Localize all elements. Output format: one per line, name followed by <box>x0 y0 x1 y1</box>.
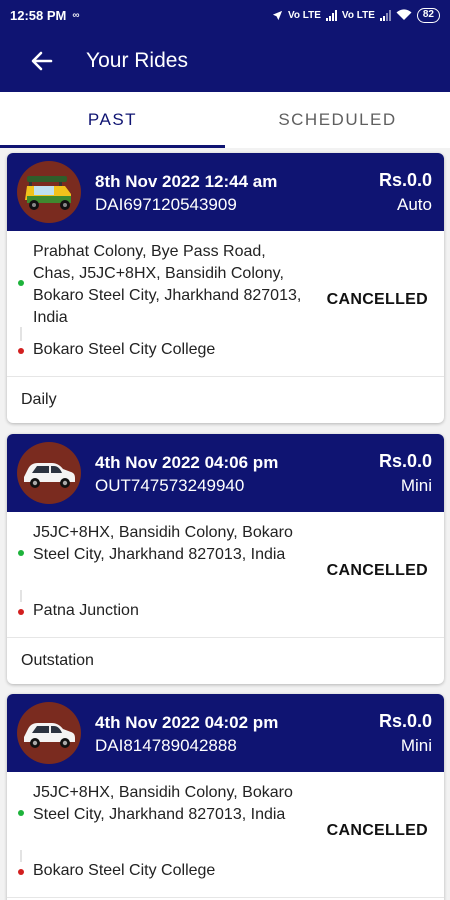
ride-vehicle-type: Auto <box>397 195 432 214</box>
status-bar: 12:58 PM ∞ Vo LTE Vo LTE 82 <box>0 0 450 30</box>
car-icon <box>17 442 81 504</box>
ride-card-header: 4th Nov 2022 04:02 pm DAI814789042888 Rs… <box>7 694 444 772</box>
pickup-dot <box>18 550 24 556</box>
back-button[interactable] <box>22 41 62 81</box>
drop-dot <box>18 348 24 354</box>
ride-card[interactable]: 4th Nov 2022 04:06 pm OUT747573249940 Rs… <box>7 434 444 684</box>
rides-list: 8th Nov 2022 12:44 am DAI697120543909 Rs… <box>0 148 450 900</box>
ride-card[interactable]: 8th Nov 2022 12:44 am DAI697120543909 Rs… <box>7 153 444 423</box>
route-connector <box>20 327 22 341</box>
trip-type: Daily <box>21 391 57 408</box>
trip-type: Outstation <box>21 652 94 669</box>
ride-route: J5JC+8HX, Bansidih Colony, Bokaro Steel … <box>7 772 444 898</box>
status-time: 12:58 PM <box>10 7 67 23</box>
pickup-address: Prabhat Colony, Bye Pass Road, Chas, J5J… <box>33 243 302 326</box>
tab-bar: PAST SCHEDULED <box>0 92 450 148</box>
pickup-dot <box>18 280 24 286</box>
drop-address: Bokaro Steel City College <box>33 341 216 358</box>
auto-rickshaw-icon <box>17 161 81 223</box>
signal-icon <box>325 9 337 21</box>
ride-card[interactable]: 4th Nov 2022 04:02 pm DAI814789042888 Rs… <box>7 694 444 900</box>
volte-label: Vo LTE <box>287 9 321 21</box>
ride-booking-id: OUT747573249940 <box>95 476 245 495</box>
drop-dot <box>18 869 24 875</box>
route-connector <box>20 850 22 862</box>
pickup-dot <box>18 810 24 816</box>
location-icon <box>272 10 283 20</box>
tab-past[interactable]: PAST <box>0 92 225 148</box>
ride-datetime: 4th Nov 2022 04:02 pm <box>95 713 279 732</box>
pickup-address: J5JC+8HX, Bansidih Colony, Bokaro Steel … <box>33 784 293 823</box>
ride-route: Prabhat Colony, Bye Pass Road, Chas, J5J… <box>7 231 444 377</box>
page-title: Your Rides <box>86 49 188 72</box>
ride-fare: Rs.0.0 <box>378 170 432 190</box>
volte-label-2: Vo LTE <box>341 9 375 21</box>
battery-icon: 82 <box>416 7 440 23</box>
data-saver-icon: ∞ <box>72 9 80 21</box>
arrow-left-icon <box>31 51 53 71</box>
ride-booking-id: DAI814789042888 <box>95 736 237 755</box>
ride-route: J5JC+8HX, Bansidih Colony, Bokaro Steel … <box>7 512 444 638</box>
status-badge: CANCELLED <box>326 291 428 308</box>
status-badge: CANCELLED <box>326 822 428 839</box>
ride-card-header: 4th Nov 2022 04:06 pm OUT747573249940 Rs… <box>7 434 444 512</box>
ride-card-header: 8th Nov 2022 12:44 am DAI697120543909 Rs… <box>7 153 444 231</box>
app-bar: Your Rides <box>0 30 450 92</box>
signal-icon-2 <box>379 9 391 21</box>
ride-vehicle-type: Mini <box>400 476 432 495</box>
status-badge: CANCELLED <box>326 562 428 579</box>
ride-fare: Rs.0.0 <box>378 711 432 731</box>
route-connector <box>20 590 22 602</box>
car-icon <box>17 702 81 764</box>
pickup-address: J5JC+8HX, Bansidih Colony, Bokaro Steel … <box>33 524 293 563</box>
ride-fare: Rs.0.0 <box>378 451 432 471</box>
ride-vehicle-type: Mini <box>400 736 432 755</box>
ride-datetime: 4th Nov 2022 04:06 pm <box>95 453 279 472</box>
drop-address: Bokaro Steel City College <box>33 862 216 879</box>
drop-dot <box>18 609 24 615</box>
tab-scheduled[interactable]: SCHEDULED <box>225 92 450 148</box>
drop-address: Patna Junction <box>33 602 139 619</box>
ride-booking-id: DAI697120543909 <box>95 195 237 214</box>
ride-datetime: 8th Nov 2022 12:44 am <box>95 172 278 191</box>
wifi-icon <box>396 9 412 20</box>
